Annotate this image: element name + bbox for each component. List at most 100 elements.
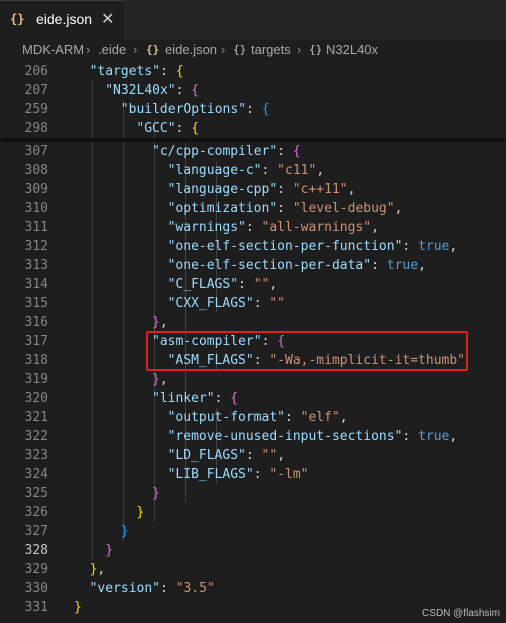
indent-guide [91, 81, 93, 100]
line-number: 318 [24, 353, 48, 368]
code-token: } [152, 315, 160, 330]
indent-guide [91, 199, 93, 218]
code-line[interactable]: 313 "one-elf-section-per-data": true, [0, 256, 506, 275]
indent-guide [91, 142, 93, 161]
code-token: { [261, 102, 270, 117]
highlight-box [146, 331, 468, 371]
code-line[interactable]: 315 "CXX_FLAGS": "" [0, 294, 506, 313]
code-token: { [175, 64, 184, 79]
line-number: 315 [24, 296, 48, 311]
code-line[interactable]: 325} [0, 484, 506, 503]
code-line[interactable]: 309 "language-cpp": "c++11", [0, 180, 506, 199]
indent-guide [122, 446, 124, 465]
breadcrumb-item-targets[interactable]: targets [251, 42, 291, 57]
code-line[interactable]: 307 "c/cpp-compiler": { [0, 142, 506, 161]
code-line[interactable]: 328} [0, 541, 506, 560]
code-line[interactable]: 330 "version": "3.5" [0, 579, 506, 598]
indent-guide [122, 218, 124, 237]
code-line[interactable]: 319}, [0, 370, 506, 389]
indent-guide [91, 237, 93, 256]
code-editor[interactable]: 206 "targets": {207 "N32L40x": {259 "builde… [0, 62, 506, 623]
line-number: 325 [24, 486, 48, 501]
sticky-scroll-header[interactable]: 206 "targets": {207 "N32L40x": {259 "builde… [0, 62, 506, 138]
code-text: "warnings": "all-warnings", [168, 218, 379, 237]
code-token: "builderOptions" [120, 102, 247, 117]
code-line[interactable]: 329}, [0, 560, 506, 579]
line-number: 312 [24, 239, 48, 254]
code-text: }, [90, 560, 106, 579]
code-line[interactable]: 311 "warnings": "all-warnings", [0, 218, 506, 237]
code-token: "language-c" [167, 163, 262, 178]
code-line[interactable]: 316}, [0, 313, 506, 332]
breadcrumb-item-eide-json[interactable]: eide.json [165, 42, 217, 57]
code-text: "one-elf-section-per-data": true, [168, 256, 426, 275]
code-token: , [418, 258, 426, 273]
line-number: 308 [24, 163, 48, 178]
code-line[interactable]: 326} [0, 503, 506, 522]
code-line[interactable]: 308 "language-c": "c11", [0, 161, 506, 180]
line-number: 324 [24, 467, 48, 482]
code-line[interactable]: 320 "linker": { [0, 389, 506, 408]
code-text: } [136, 503, 144, 522]
indent-guide [91, 313, 93, 332]
indent-guide [154, 199, 155, 218]
code-line[interactable]: 259 "builderOptions": { [0, 100, 506, 119]
code-text: } [121, 522, 129, 541]
code-token: , [339, 410, 348, 425]
code-token: { [191, 121, 200, 136]
code-line[interactable]: 207 "N32L40x": { [0, 81, 506, 100]
indent-guide [91, 180, 93, 199]
breadcrumb: MDK-ARM › .eide › {} eide.json › {} targ… [0, 40, 506, 62]
code-token: "3.5" [175, 581, 215, 596]
indent-guide [154, 218, 155, 237]
indent-guide [154, 503, 155, 522]
indent-guide [122, 142, 124, 161]
code-line[interactable]: 298 "GCC": { [0, 119, 506, 138]
code-line[interactable]: 322 "remove-unused-input-sections": true, [0, 427, 506, 446]
code-token: , [97, 562, 106, 577]
breadcrumb-item-n32l40x[interactable]: N32L40x [326, 42, 378, 57]
code-token: : [253, 296, 270, 311]
code-line[interactable]: 327} [0, 522, 506, 541]
code-token: true [418, 239, 450, 254]
line-number: 310 [24, 201, 48, 216]
code-token: : [245, 448, 262, 463]
code-line[interactable]: 323 "LD_FLAGS": "", [0, 446, 506, 465]
close-icon[interactable]: ✕ [101, 9, 114, 28]
indent-guide [91, 351, 93, 370]
indent-guide [91, 465, 93, 484]
code-text: }, [152, 370, 168, 389]
indent-guide [91, 370, 93, 389]
code-token: : [402, 239, 419, 254]
indent-guide [91, 522, 93, 541]
code-line[interactable]: 314 "C_FLAGS": "", [0, 275, 506, 294]
chevron-right-icon: › [297, 42, 302, 57]
indent-guide [91, 446, 93, 465]
line-number: 298 [24, 121, 48, 136]
code-line[interactable]: 206 "targets": { [0, 62, 506, 81]
chevron-right-icon: › [221, 42, 226, 57]
code-token: "CXX_FLAGS" [167, 296, 254, 311]
code-token: "c/cpp-compiler" [152, 144, 278, 159]
code-line[interactable]: 310 "optimization": "level-debug", [0, 199, 506, 218]
line-number: 328 [24, 543, 48, 558]
code-token: true [386, 258, 419, 273]
indent-guide [122, 275, 124, 294]
tab-eide-json[interactable]: {} eide.json ✕ [0, 0, 124, 40]
indent-guide [91, 218, 93, 237]
code-token: : [214, 391, 231, 406]
code-token: "level-debug" [292, 201, 395, 216]
code-token: "one-elf-section-per-data" [167, 258, 372, 273]
code-line[interactable]: 312 "one-elf-section-per-function": true, [0, 237, 506, 256]
code-line[interactable]: 321 "output-format": "elf", [0, 408, 506, 427]
indent-guide [91, 503, 93, 522]
indent-guide [91, 119, 93, 138]
code-text: "linker": { [152, 389, 238, 408]
code-line[interactable]: 324 "LIB_FLAGS": "-lm" [0, 465, 506, 484]
breadcrumb-item-eide[interactable]: .eide [98, 42, 126, 57]
code-token: "optimization" [167, 201, 278, 216]
indent-guide [122, 294, 124, 313]
indent-guide [122, 161, 124, 180]
line-number: 319 [24, 372, 48, 387]
breadcrumb-item-mdk-arm[interactable]: MDK-ARM [22, 42, 84, 57]
